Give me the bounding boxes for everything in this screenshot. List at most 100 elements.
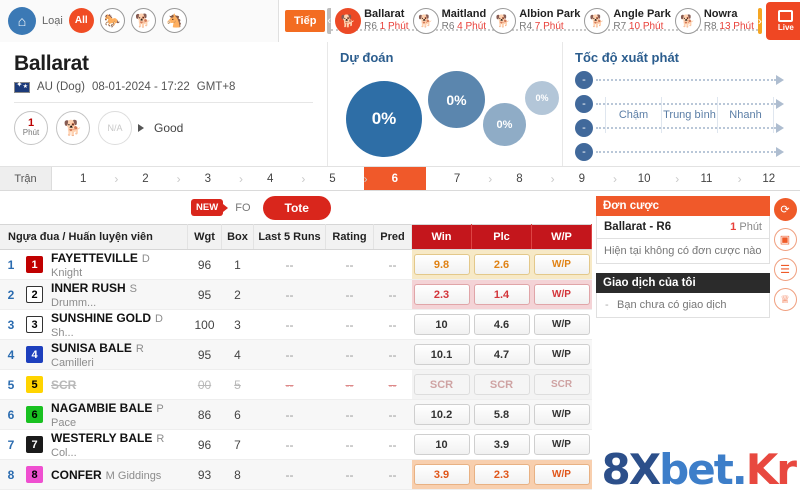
race-tab-11[interactable]: 11	[675, 167, 742, 190]
odds-wp-button-cell: W/P	[531, 279, 592, 310]
odds-win-button[interactable]: 3.9	[413, 464, 470, 485]
arrow-right-icon	[776, 99, 784, 109]
runner-number: 8	[0, 459, 22, 490]
runner-name: SUNSHINE GOLD	[51, 310, 152, 325]
race-tab-2[interactable]: 2	[114, 167, 181, 190]
runner-last5: --	[253, 309, 326, 340]
home-icon[interactable]: ⌂	[8, 6, 36, 35]
odds-win-button[interactable]: 10.2	[413, 404, 470, 425]
race-item[interactable]: 🐕 Nowra R8 13 Phút	[674, 7, 754, 34]
runner-rating: --	[325, 399, 374, 430]
silk-cell: 5	[22, 369, 47, 400]
filter-all-button[interactable]: All	[68, 8, 94, 33]
table-row[interactable]: 7 7 WESTERLY BALE R Col... 96 7 -- -- -- 10 3.9 W/P	[0, 429, 592, 460]
refresh-icon[interactable]: ⟳	[773, 198, 797, 221]
race-tab-12[interactable]: 12	[737, 167, 800, 190]
odds-wp-button[interactable]: W/P	[533, 434, 590, 455]
race-item[interactable]: 🐕 Maitland R6 4 Phút	[412, 7, 487, 34]
live-button[interactable]: Live	[765, 1, 800, 40]
race-silk-icon: 🐕	[584, 7, 611, 34]
new-badge: NEW	[191, 199, 229, 216]
speed-title: Tốc độ xuất phát	[575, 50, 679, 65]
greyhound-icon[interactable]: 🐕	[130, 8, 156, 33]
top-bar: ⌂ Loại All 🐎 🐕 🐴 Tiếp ‹ 🐕 Ballarat R6 1 …	[0, 0, 800, 42]
runner-weight: 86	[187, 399, 222, 430]
table-row[interactable]: 8 8 CONFER M Giddings 93 8 -- -- -- 3.9 2.3 W/P	[0, 459, 592, 490]
table-row[interactable]: 3 3 SUNSHINE GOLD D Sh... 100 3 -- -- -- 10 4.6 W/P	[0, 309, 592, 340]
race-tab-5[interactable]: 5	[301, 167, 368, 190]
next-races-button[interactable]: Tiếp	[285, 9, 326, 32]
odds-wp-button-cell: W/P	[531, 339, 592, 370]
runner-name-cell: SUNSHINE GOLD D Sh...	[47, 309, 188, 340]
sidebar-icon-rail: ⟳ ▣ ☰ ♕	[770, 196, 800, 474]
table-row[interactable]: 4 4 SUNISA BALE R Camilleri 95 4 -- -- -- 10.1 4.7…	[0, 339, 592, 370]
race-item[interactable]: 🐕 Angle Park R7 10 Phút	[584, 7, 671, 34]
odds-win-button[interactable]: 10	[413, 434, 470, 455]
tab-tote[interactable]: Tote	[262, 195, 331, 220]
race-tab-1[interactable]: 1	[52, 167, 119, 190]
race-tab-9[interactable]: 9	[550, 167, 617, 190]
odds-wp-button[interactable]: W/P	[533, 464, 590, 485]
col-box: Box	[221, 224, 254, 250]
race-tab-10[interactable]: 10	[612, 167, 680, 190]
runner-box: 6	[221, 399, 254, 430]
odds-win-button[interactable]: 10.1	[413, 344, 470, 365]
table-row[interactable]: 1 1 FAYETTEVILLE D Knight 96 1 -- -- -- 9.8 2.6 W/P	[0, 249, 592, 280]
race-countdown: 4 Phút	[457, 21, 487, 33]
race-item[interactable]: 🐕 Ballarat R6 1 Phút	[335, 7, 409, 34]
odds-plc-button-cell: 2.3	[471, 459, 532, 490]
runner-number: 4	[0, 339, 22, 370]
odds-wp-button[interactable]: W/P	[533, 344, 590, 365]
prediction-bubble: 0%	[483, 103, 526, 146]
list-icon[interactable]: ☰	[773, 258, 797, 281]
odds-wp-button[interactable]: W/P	[533, 314, 590, 335]
runner-name: CONFER	[51, 467, 102, 482]
odds-plc-button[interactable]: 2.6	[473, 254, 530, 275]
odds-wp-button[interactable]: W/P	[533, 254, 590, 275]
odds-win-button[interactable]: 10	[413, 314, 470, 335]
odds-win-button[interactable]: 2.3	[413, 284, 470, 305]
chat-icon[interactable]: ▣	[773, 228, 797, 251]
odds-plc-button[interactable]: 4.7	[473, 344, 530, 365]
race-tab-4[interactable]: 4	[238, 167, 306, 190]
odds-plc-button[interactable]: 2.3	[473, 464, 530, 485]
odds-win-button-cell: 10.2	[411, 399, 472, 430]
race-tab-6[interactable]: 6	[363, 167, 426, 190]
race-item[interactable]: 🐕 Albion Park R4 7 Phút	[490, 7, 580, 34]
runner-number: 3	[0, 309, 22, 340]
odds-plc-button[interactable]: 3.9	[473, 434, 530, 455]
odds-wp-button[interactable]: W/P	[533, 404, 590, 425]
silk-cell: 4	[22, 339, 47, 370]
runner-pred: --	[373, 279, 412, 310]
odds-wp-button[interactable]: W/P	[533, 284, 590, 305]
race-tab-8[interactable]: 8	[488, 167, 555, 190]
runner-weight: 95	[187, 279, 222, 310]
odds-plc-button[interactable]: 5.8	[473, 404, 530, 425]
odds-plc-button[interactable]: 4.6	[473, 314, 530, 335]
table-row[interactable]: 6 6 NAGAMBIE BALE P Pace 86 6 -- -- -- 10.2 5.8 W/P	[0, 399, 592, 430]
runner-name: SUNISA BALE	[51, 340, 132, 355]
bet-slip-race-row: Ballarat - R6 1 Phút	[596, 216, 770, 239]
silk-cell: 2	[22, 279, 47, 310]
runner-number: 1	[0, 249, 22, 280]
runner-name: NAGAMBIE BALE	[51, 400, 153, 415]
divider	[14, 102, 313, 103]
carousel-next-icon[interactable]: ›	[757, 7, 762, 34]
runner-name-cell: SCR	[47, 369, 188, 400]
race-number: R7	[613, 21, 627, 33]
runner-name: SCR	[51, 377, 77, 392]
tab-fixed-odds[interactable]: FO	[235, 202, 250, 214]
horse-racing-icon[interactable]: 🐎	[99, 8, 125, 33]
trophy-icon[interactable]: ♕	[773, 288, 797, 311]
race-tab-3[interactable]: 3	[176, 167, 243, 190]
runner-pred: --	[373, 399, 412, 430]
table-row[interactable]: 5 5 SCR 00 5 -- -- -- SCR SCR SCR	[0, 369, 592, 400]
odds-plc-button[interactable]: 1.4	[473, 284, 530, 305]
race-tab-7[interactable]: 7	[425, 167, 493, 190]
odds-win-button[interactable]: 9.8	[413, 254, 470, 275]
table-row[interactable]: 2 2 INNER RUSH S Drumm... 95 2 -- -- -- 2.3 1.4 W/P	[0, 279, 592, 310]
screen-icon	[778, 9, 794, 22]
harness-racing-icon[interactable]: 🐴	[161, 8, 187, 33]
race-venue-name: Nowra	[703, 8, 738, 21]
runner-name-cell: NAGAMBIE BALE P Pace	[47, 399, 188, 430]
